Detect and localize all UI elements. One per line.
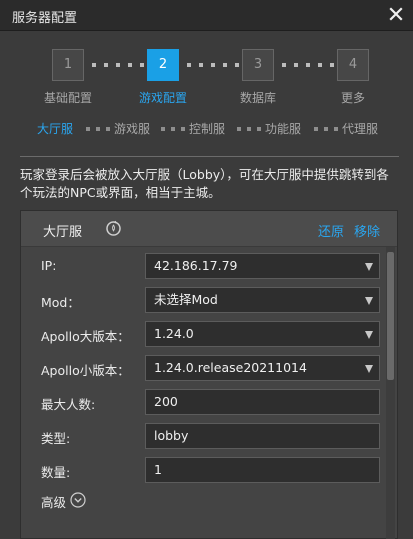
server-type-tabs: 大厅服 游戏服 控制服 功能服 代理服 xyxy=(0,118,413,138)
count-row: 数量: 1 xyxy=(21,457,381,483)
max-players-input[interactable]: 200 xyxy=(145,389,380,415)
tab-lobby[interactable]: 大厅服 xyxy=(37,120,73,137)
step-4-label[interactable]: 更多 xyxy=(313,89,393,106)
dropdown-arrow-icon xyxy=(365,365,373,373)
dropdown-arrow-icon xyxy=(365,331,373,339)
ip-value: 42.186.17.79 xyxy=(154,258,238,273)
step-2-box[interactable]: 2 xyxy=(147,49,179,81)
step-1-box[interactable]: 1 xyxy=(52,49,84,81)
apollo-major-label: Apollo大版本： xyxy=(41,329,130,344)
title-bar: 服务器配置 xyxy=(0,0,413,31)
max-players-label: 最大人数: xyxy=(41,397,96,412)
ip-row: IP: 42.186.17.79 xyxy=(21,253,381,279)
tab-function[interactable]: 功能服 xyxy=(265,120,301,137)
mod-row: Mod： 未选择Mod xyxy=(21,287,381,313)
step-indicator: 1 2 3 4 基础配置 游戏配置 数据库 更多 xyxy=(0,30,413,108)
type-input[interactable]: lobby xyxy=(145,423,380,449)
tab-proxy[interactable]: 代理服 xyxy=(342,120,378,137)
step-3-box[interactable]: 3 xyxy=(242,49,274,81)
remove-button[interactable]: 移除 xyxy=(354,221,380,240)
step-2-label[interactable]: 游戏配置 xyxy=(123,89,203,106)
tab-separator xyxy=(314,127,338,131)
step-3-label[interactable]: 数据库 xyxy=(218,89,298,106)
chevron-down-icon[interactable] xyxy=(70,492,86,508)
apollo-minor-select[interactable]: 1.24.0.release20211014 xyxy=(145,355,380,381)
mod-value: 未选择Mod xyxy=(154,292,218,307)
count-input[interactable]: 1 xyxy=(145,457,380,483)
scrollbar-thumb[interactable] xyxy=(387,252,394,380)
panel-title: 大厅服 xyxy=(43,225,83,240)
type-label: 类型: xyxy=(41,431,71,446)
tab-separator xyxy=(161,127,185,131)
apollo-minor-label: Apollo小版本： xyxy=(41,363,130,378)
max-players-row: 最大人数: 200 xyxy=(21,389,381,415)
tab-game[interactable]: 游戏服 xyxy=(114,120,150,137)
tab-separator xyxy=(86,127,110,131)
type-row: 类型: lobby xyxy=(21,423,381,449)
divider xyxy=(20,156,399,157)
dropdown-arrow-icon xyxy=(365,263,373,271)
close-icon[interactable] xyxy=(387,5,405,23)
dropdown-arrow-icon xyxy=(365,297,373,305)
apollo-major-row: Apollo大版本： 1.24.0 xyxy=(21,321,381,347)
step-connector-2 xyxy=(187,63,239,67)
refresh-icon[interactable] xyxy=(105,220,122,237)
ip-label: IP: xyxy=(41,258,57,273)
lobby-description: 玩家登录后会被放入大厅服（Lobby），可在大厅服中提供跳转到各个玩法的NPC或… xyxy=(20,167,389,200)
step-connector-1 xyxy=(92,63,144,67)
step-4-box[interactable]: 4 xyxy=(337,49,369,81)
mod-select[interactable]: 未选择Mod xyxy=(145,287,380,313)
advanced-toggle[interactable]: 高级 xyxy=(41,492,66,511)
restore-button[interactable]: 还原 xyxy=(318,221,344,240)
apollo-minor-value: 1.24.0.release20211014 xyxy=(154,360,307,375)
apollo-major-select[interactable]: 1.24.0 xyxy=(145,321,380,347)
lobby-server-panel: 大厅服 还原 移除 IP: 42.186.17.79 Mod： 未选择Mod A… xyxy=(20,210,398,539)
apollo-minor-row: Apollo小版本： 1.24.0.release20211014 xyxy=(21,355,381,381)
step-1-label[interactable]: 基础配置 xyxy=(28,89,108,106)
panel-header: 大厅服 还原 移除 xyxy=(21,211,397,247)
count-label: 数量: xyxy=(41,465,71,480)
step-connector-3 xyxy=(282,63,334,67)
window-title: 服务器配置 xyxy=(12,11,78,26)
tab-separator xyxy=(237,127,261,131)
apollo-major-value: 1.24.0 xyxy=(154,326,194,341)
mod-label: Mod： xyxy=(41,295,80,310)
tab-control[interactable]: 控制服 xyxy=(189,120,225,137)
ip-select[interactable]: 42.186.17.79 xyxy=(145,253,380,279)
